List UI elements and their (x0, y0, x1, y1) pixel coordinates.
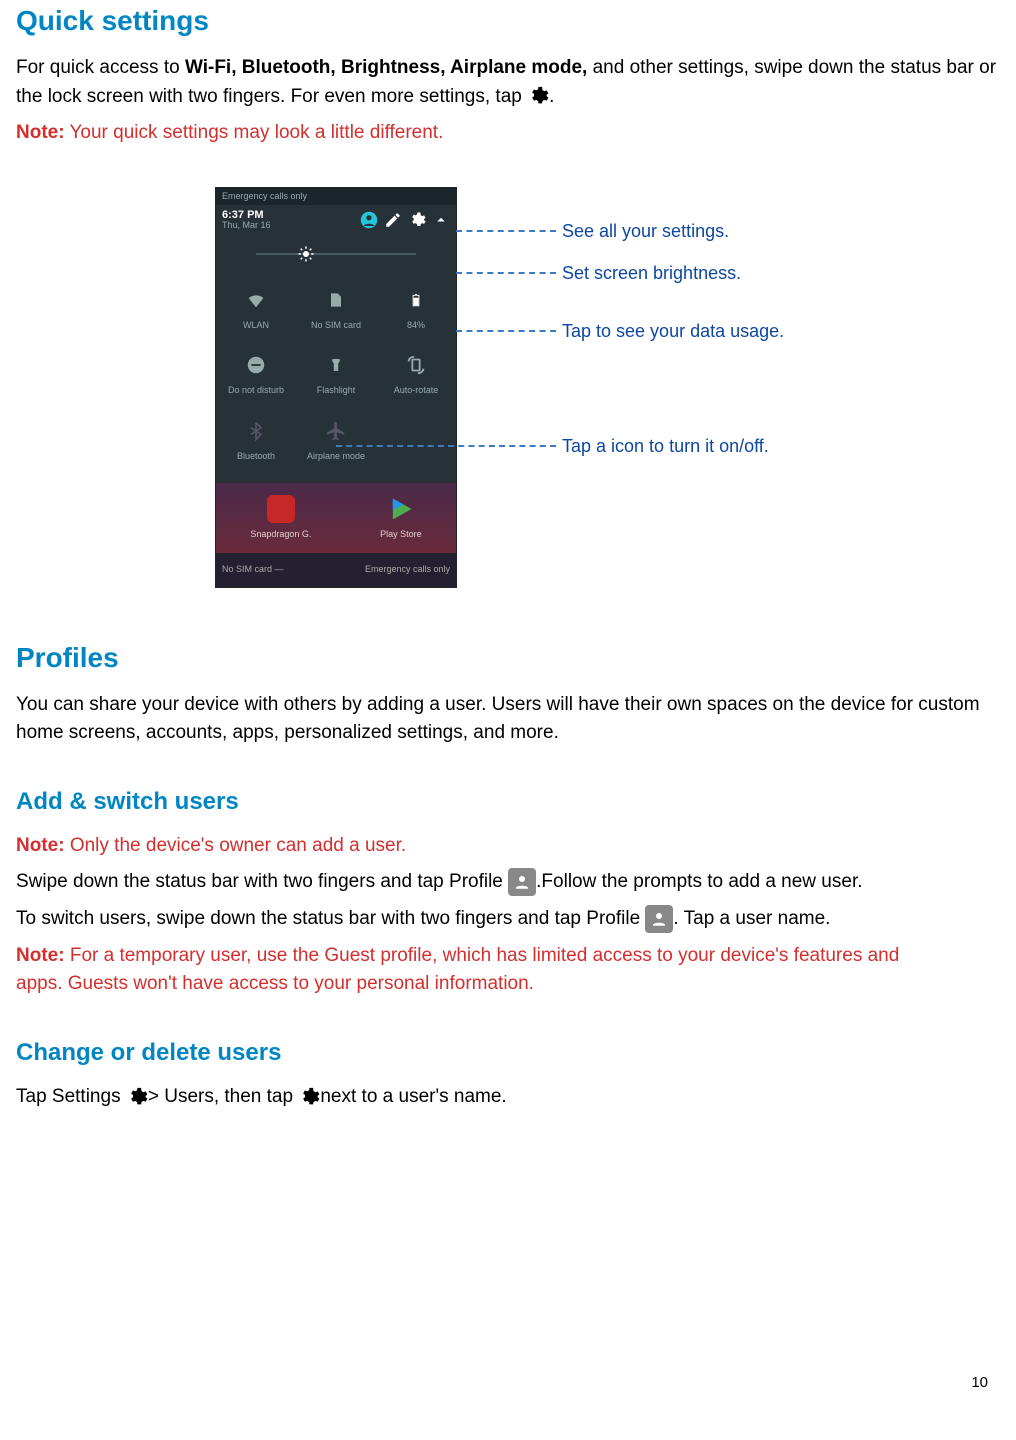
callout: Tap to see your data usage. (456, 318, 784, 345)
callout-text: Set screen brightness. (562, 260, 741, 287)
tile-label: No SIM card (311, 319, 361, 333)
app-label: Snapdragon G. (250, 528, 311, 542)
text: To switch users, swipe down the status b… (16, 908, 645, 929)
note-quick-settings: Note: Your quick settings may look a lit… (16, 119, 1000, 148)
app-label: Play Store (380, 528, 422, 542)
note-text: Only the device's owner can add a user. (65, 835, 407, 856)
time-block: 6:37 PM Thu, Mar 16 (222, 209, 354, 231)
app-icon: Snapdragon G. (250, 495, 311, 541)
note-label: Note: (16, 835, 65, 856)
bluetooth-icon (243, 418, 269, 444)
tile-bluetooth: Bluetooth (216, 408, 296, 474)
clock-date: Thu, Mar 16 (222, 221, 354, 231)
tile-rotate: Auto-rotate (376, 342, 456, 408)
qs-header: 6:37 PM Thu, Mar 16 (216, 205, 456, 239)
callouts: See all your settings. Set screen brightn… (476, 188, 896, 587)
gear-icon (408, 211, 426, 229)
para-add-user: Swipe down the status bar with two finge… (16, 868, 1000, 897)
tile-battery: 84% (376, 277, 456, 343)
brightness-track (256, 253, 416, 255)
tile-wlan: WLAN (216, 277, 296, 343)
note-add-switch-2: Note: For a temporary user, use the Gues… (16, 942, 1000, 999)
profile-icon (508, 868, 536, 896)
tile-dnd: Do not disturb (216, 342, 296, 408)
pencil-icon (384, 211, 402, 229)
note-text-line2: apps. Guests won't have access to your p… (16, 973, 534, 994)
callout: See all your settings. (456, 218, 729, 245)
battery-icon (403, 287, 429, 313)
callout-line (456, 230, 556, 232)
sim-status-bar: No SIM card — Emergency calls only (216, 553, 456, 587)
profile-icon (360, 211, 378, 229)
heading-change-delete: Change or delete users (16, 1035, 1000, 1071)
para-change-delete: Tap Settings > Users, then tap next to a… (16, 1083, 1000, 1112)
chevron-up-icon (432, 211, 450, 229)
callout-line (456, 330, 556, 332)
wifi-icon (243, 287, 269, 313)
callout-text: See all your settings. (562, 218, 729, 245)
gear-icon (298, 1086, 320, 1108)
tile-flashlight: Flashlight (296, 342, 376, 408)
flashlight-icon (323, 352, 349, 378)
gear-icon (527, 85, 549, 107)
brightness-icon (296, 244, 316, 264)
note-text: For a temporary user, use the Guest prof… (65, 945, 900, 966)
tile-label: Flashlight (317, 384, 356, 398)
page-number: 10 (971, 1372, 988, 1395)
gear-icon (126, 1086, 148, 1108)
callout-text: Tap to see your data usage. (562, 318, 784, 345)
tile-label: 84% (407, 319, 425, 333)
note-add-switch-1: Note: Only the device's owner can add a … (16, 832, 1000, 861)
callout-text: Tap a icon to turn it on/off. (562, 433, 769, 460)
heading-profiles: Profiles (16, 637, 1000, 679)
text: . (549, 86, 554, 107)
brightness-slider (216, 239, 456, 273)
note-label: Note: (16, 945, 65, 966)
tile-sim: No SIM card (296, 277, 376, 343)
para-profiles: You can share your device with others by… (16, 691, 1000, 748)
text: next to a user's name. (320, 1086, 506, 1107)
callout-line (336, 445, 556, 447)
home-apps-row: Snapdragon G. Play Store (216, 483, 456, 553)
tile-label: Bluetooth (237, 450, 275, 464)
sim-right: Emergency calls only (365, 563, 450, 577)
text: For quick access to (16, 57, 185, 78)
text: > Users, then tap (148, 1086, 299, 1107)
dnd-icon (243, 352, 269, 378)
screenshot-figure: Emergency calls only 6:37 PM Thu, Mar 16… (216, 188, 1000, 587)
text: .Follow the prompts to add a new user. (536, 872, 862, 893)
callout-line (456, 272, 556, 274)
tile-label: Do not disturb (228, 384, 284, 398)
app-icon: Play Store (380, 495, 422, 541)
tile-label: Auto-rotate (394, 384, 439, 398)
phone-status-bar: Emergency calls only (216, 188, 456, 206)
callout: Tap a icon to turn it on/off. (336, 433, 769, 460)
heading-quick-settings: Quick settings (16, 0, 1000, 42)
profile-icon (645, 905, 673, 933)
note-label: Note: (16, 122, 65, 143)
text: Tap Settings (16, 1086, 126, 1107)
text: Swipe down the status bar with two finge… (16, 872, 508, 893)
heading-add-switch: Add & switch users (16, 784, 1000, 820)
note-text: Your quick settings may look a little di… (65, 122, 444, 143)
rotate-icon (403, 352, 429, 378)
phone-mock: Emergency calls only 6:37 PM Thu, Mar 16… (216, 188, 456, 587)
para-quick-settings-intro: For quick access to Wi-Fi, Bluetooth, Br… (16, 54, 1000, 111)
sim-left: No SIM card — (222, 563, 284, 577)
callout: Set screen brightness. (456, 260, 741, 287)
para-switch-user: To switch users, swipe down the status b… (16, 905, 1000, 934)
tile-label: WLAN (243, 319, 269, 333)
sim-icon (323, 287, 349, 313)
text-bold-features: Wi-Fi, Bluetooth, Brightness, Airplane m… (185, 57, 587, 78)
text: . Tap a user name. (673, 908, 830, 929)
